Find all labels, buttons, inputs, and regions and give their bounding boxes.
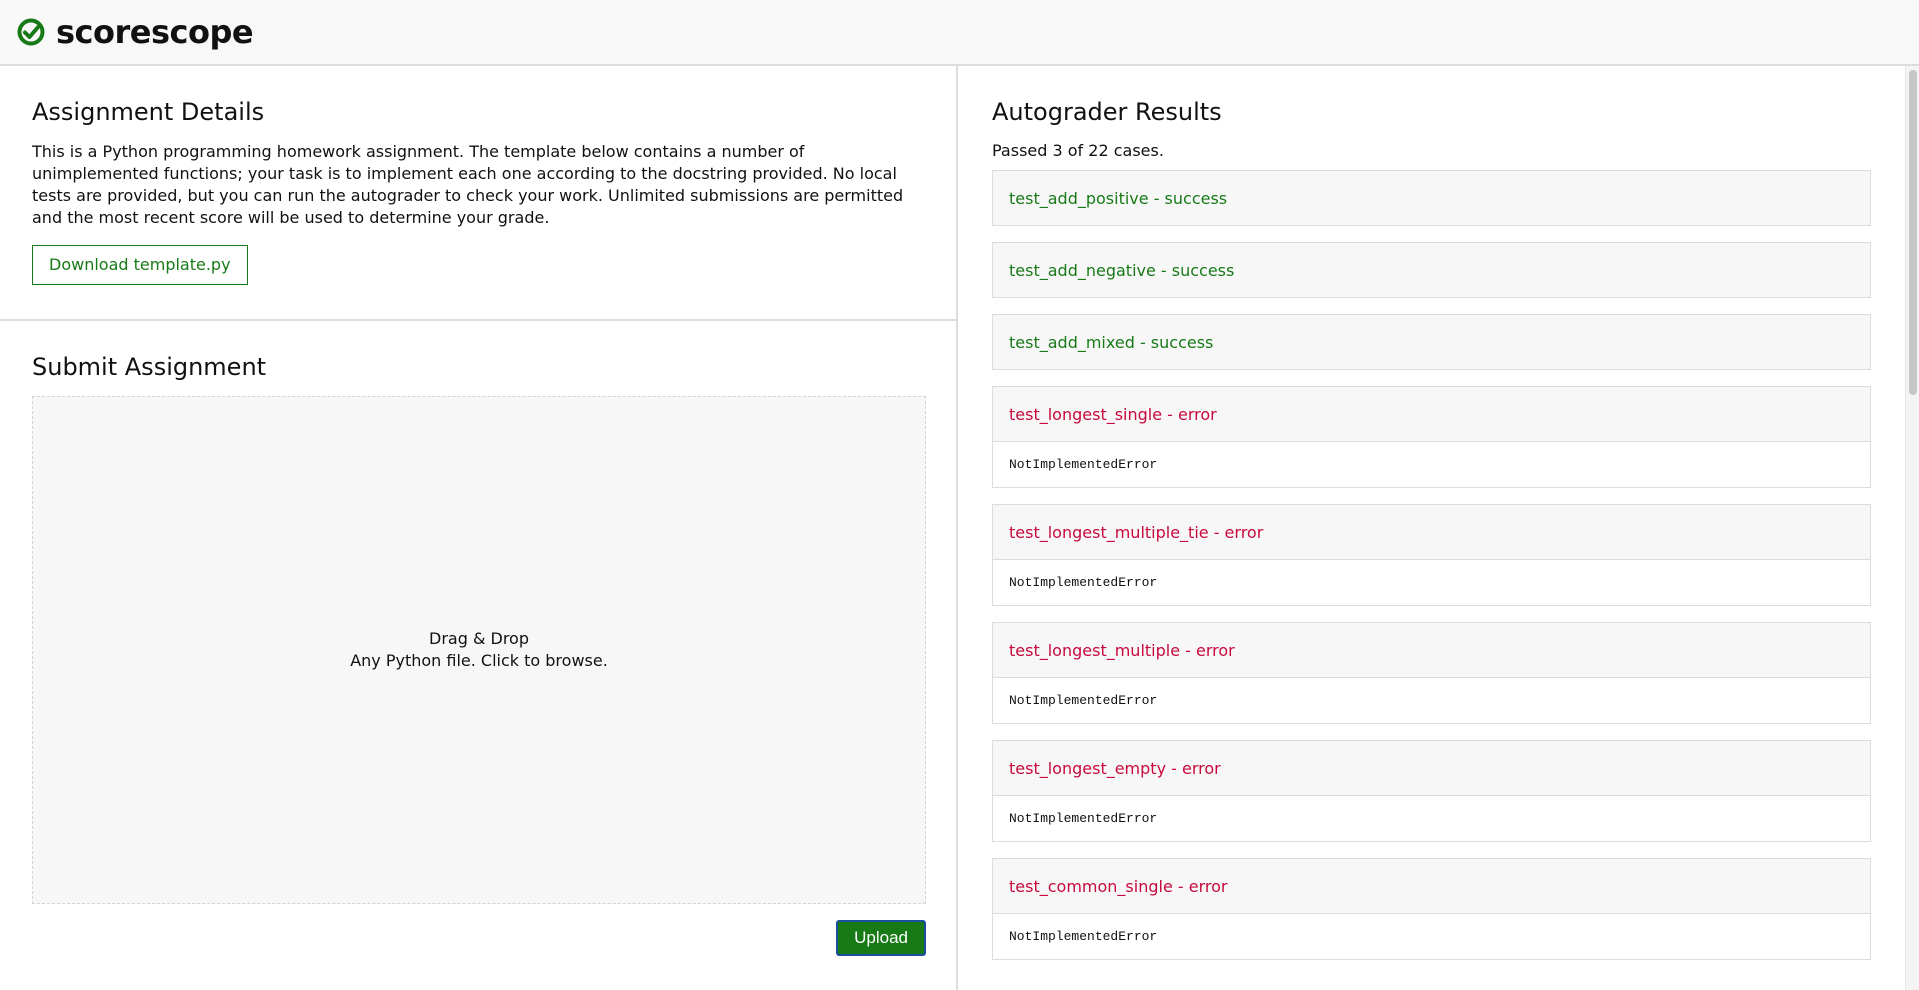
test-case-output: NotImplementedError: [993, 677, 1870, 723]
test-case-header[interactable]: test_longest_single - error: [993, 387, 1870, 441]
test-case-output: NotImplementedError: [993, 913, 1870, 959]
test-case-header[interactable]: test_longest_empty - error: [993, 741, 1870, 795]
test-case: test_longest_empty - error NotImplemente…: [992, 740, 1871, 842]
check-circle-icon: [16, 17, 46, 47]
assignment-details: Assignment Details This is a Python prog…: [0, 66, 956, 321]
download-template-button[interactable]: Download template.py: [32, 245, 248, 285]
test-case-header[interactable]: test_common_single - error: [993, 859, 1870, 913]
upload-button[interactable]: Upload: [836, 920, 926, 956]
test-case: test_add_negative - success: [992, 242, 1871, 298]
test-case-output: NotImplementedError: [993, 441, 1870, 487]
test-case-header[interactable]: test_longest_multiple - error: [993, 623, 1870, 677]
results-scrollbar[interactable]: [1905, 66, 1919, 990]
dropzone-title: Drag & Drop: [429, 629, 529, 648]
test-case: test_common_single - error NotImplemente…: [992, 858, 1871, 960]
upload-row: Upload: [32, 920, 926, 956]
dropzone-hint: Any Python file. Click to browse.: [350, 651, 608, 670]
results-summary: Passed 3 of 22 cases.: [992, 141, 1164, 160]
details-title: Assignment Details: [32, 98, 265, 126]
results-panel: Autograder Results Passed 3 of 22 cases.…: [960, 66, 1905, 990]
logo[interactable]: scorescope: [16, 13, 254, 51]
left-panel: Assignment Details This is a Python prog…: [0, 66, 958, 990]
submit-assignment: Submit Assignment Drag & Drop Any Python…: [0, 321, 956, 988]
test-case: test_add_positive - success: [992, 170, 1871, 226]
results-title: Autograder Results: [992, 98, 1222, 126]
top-bar: scorescope: [0, 0, 1919, 66]
test-case-header[interactable]: test_add_mixed - success: [993, 315, 1870, 369]
scrollbar-thumb[interactable]: [1909, 70, 1917, 395]
test-case-header[interactable]: test_add_positive - success: [993, 171, 1870, 225]
test-case: test_longest_multiple_tie - error NotImp…: [992, 504, 1871, 606]
test-case-header[interactable]: test_longest_multiple_tie - error: [993, 505, 1870, 559]
test-case-header[interactable]: test_add_negative - success: [993, 243, 1870, 297]
test-case: test_add_mixed - success: [992, 314, 1871, 370]
submit-title: Submit Assignment: [32, 353, 267, 381]
file-dropzone[interactable]: Drag & Drop Any Python file. Click to br…: [32, 396, 926, 904]
test-case: test_longest_single - error NotImplement…: [992, 386, 1871, 488]
test-case-output: NotImplementedError: [993, 795, 1870, 841]
details-description: This is a Python programming homework as…: [32, 142, 904, 227]
test-case: test_longest_multiple - error NotImpleme…: [992, 622, 1871, 724]
test-case-output: NotImplementedError: [993, 559, 1870, 605]
app-name: scorescope: [56, 13, 254, 51]
